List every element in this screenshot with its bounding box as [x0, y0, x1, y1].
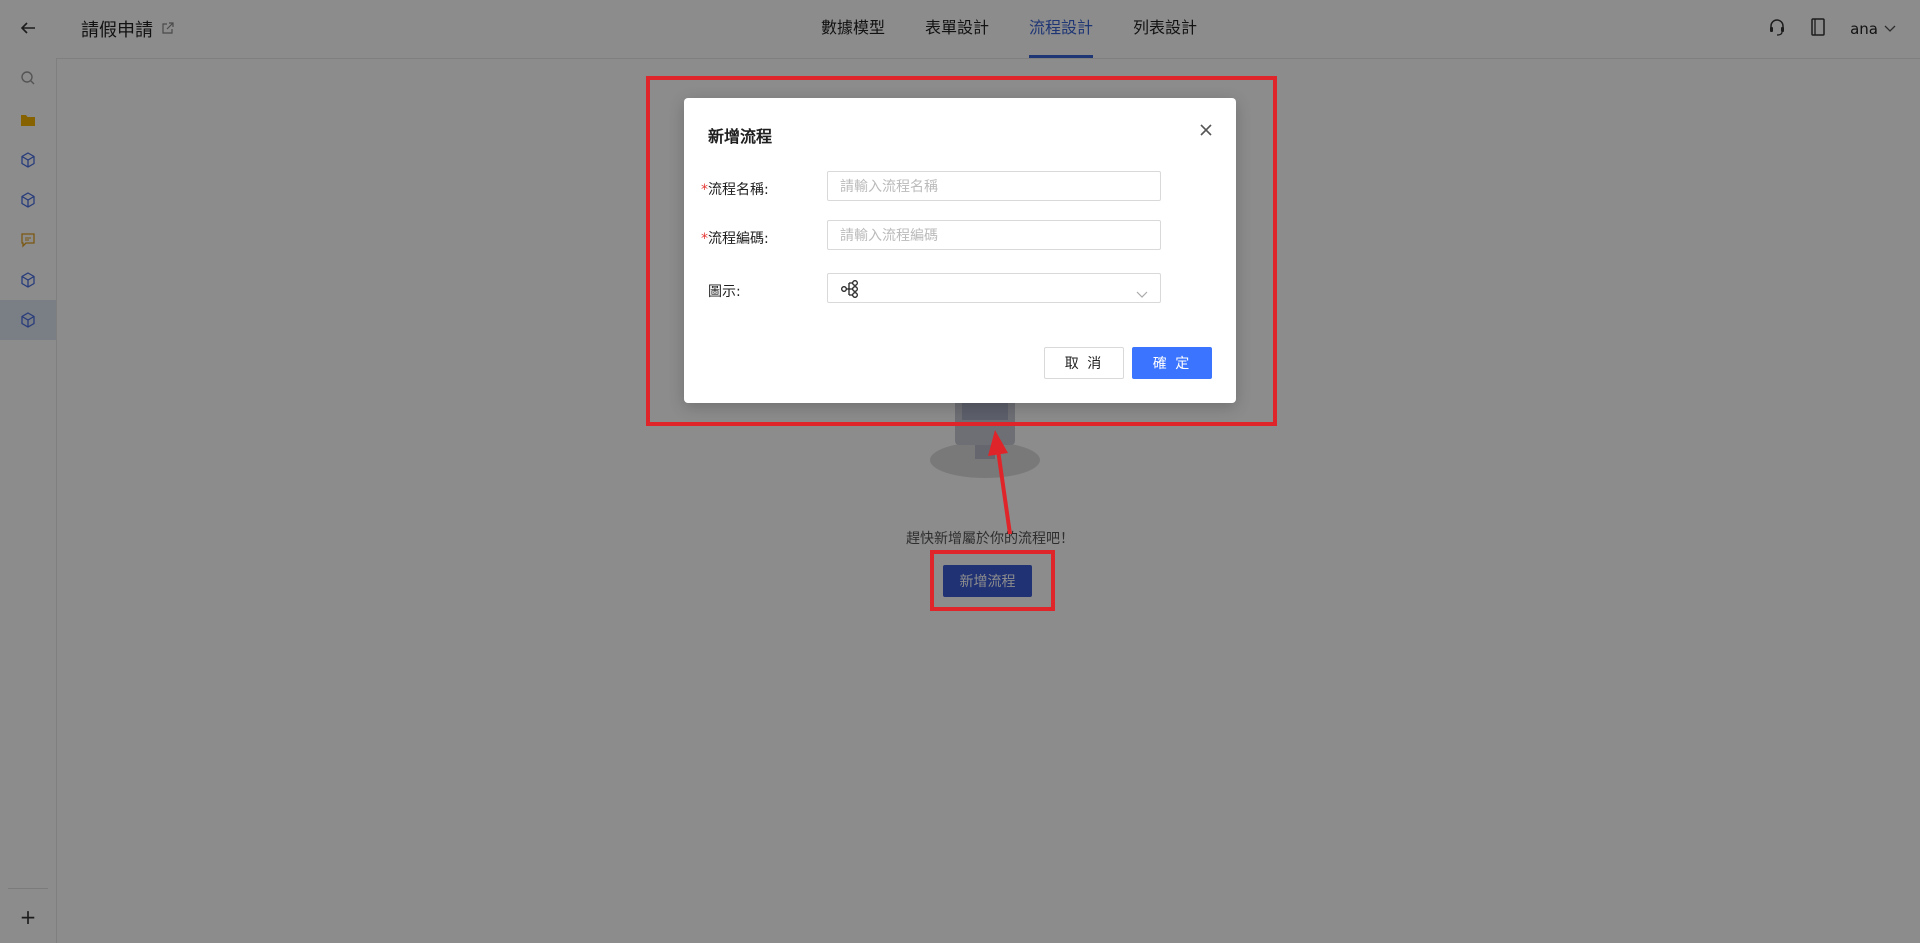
annotation-box-dialog [646, 76, 1277, 426]
annotation-arrow [988, 430, 1012, 535]
annotation-box-button [930, 550, 1055, 611]
